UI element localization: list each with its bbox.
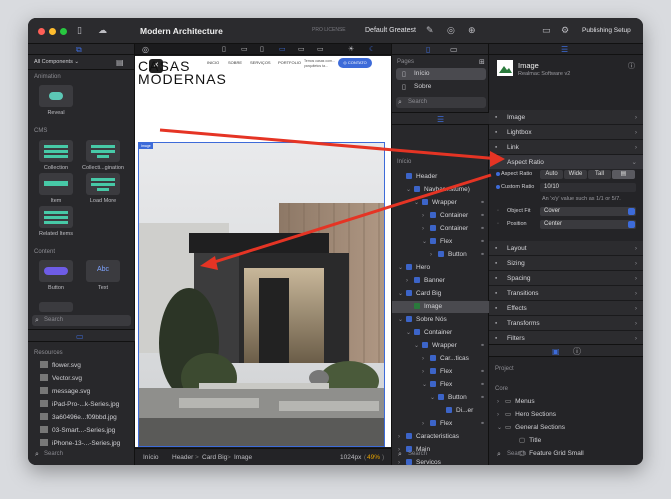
annotation-arrows <box>159 128 505 270</box>
arrowhead-aspect-ratio <box>490 151 505 167</box>
arrow-to-aspect-ratio <box>159 128 501 161</box>
app-window: ▯ ☁ Modern Architecture PRO LICENSE Defa… <box>28 18 643 465</box>
arrow-to-image <box>207 173 492 266</box>
arrowhead-image <box>200 256 218 270</box>
